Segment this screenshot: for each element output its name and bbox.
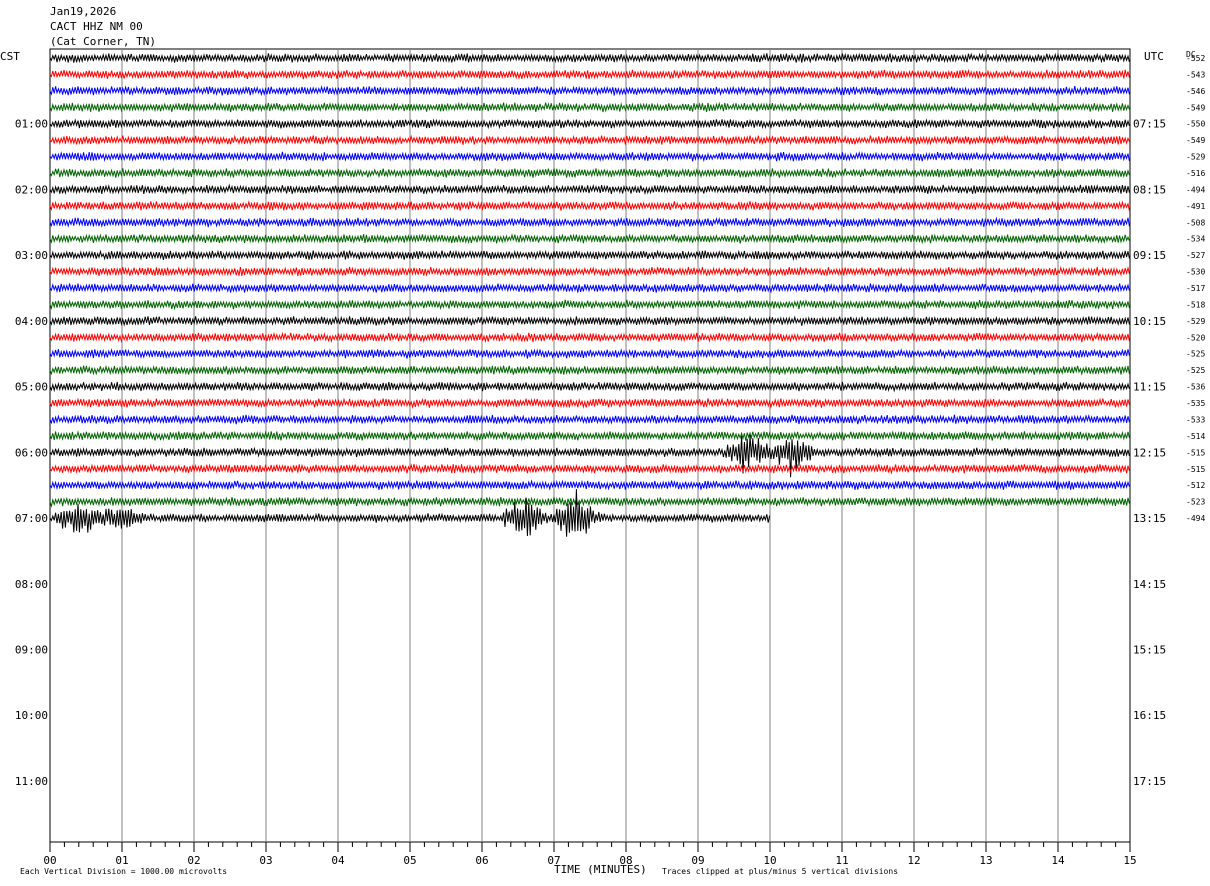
cst-hour-label: 01:00 <box>15 118 48 131</box>
seismic-trace <box>49 216 1130 229</box>
dc-offset-label: -515 <box>1186 448 1205 457</box>
dc-offset-label: -491 <box>1186 202 1205 211</box>
x-tick-label: 14 <box>1051 854 1065 867</box>
scale-note: Each Vertical Division = 1000.00 microvo… <box>20 867 228 876</box>
seismic-trace <box>49 85 1130 97</box>
cst-hour-label: 05:00 <box>15 381 48 394</box>
dc-offset-label: -525 <box>1186 350 1205 359</box>
dc-offset-label: -494 <box>1186 514 1205 523</box>
utc-hour-label: 13:15 <box>1133 512 1166 525</box>
dc-offset-label: -494 <box>1186 185 1205 194</box>
dc-offset-label: -516 <box>1186 169 1205 178</box>
seismic-trace <box>49 118 1130 130</box>
dc-offset-label: -546 <box>1186 87 1205 96</box>
dc-offset-label: -534 <box>1186 235 1205 244</box>
x-tick-label: 09 <box>691 854 704 867</box>
dc-offset-label: -552 <box>1186 54 1205 63</box>
x-axis-title: TIME (MINUTES) <box>554 863 647 876</box>
dc-offset-label: -549 <box>1186 136 1205 145</box>
dc-offset-label: -512 <box>1186 481 1205 490</box>
seismic-trace <box>49 364 1130 376</box>
seismic-trace <box>49 167 1130 179</box>
utc-hour-label: 12:15 <box>1133 446 1166 459</box>
seismic-trace <box>49 479 1130 491</box>
cst-hour-label: 02:00 <box>15 183 48 196</box>
cst-hour-label: 09:00 <box>15 643 48 656</box>
dc-offset-label: -549 <box>1186 103 1205 112</box>
x-tick-label: 00 <box>43 854 56 867</box>
x-tick-label: 01 <box>115 854 128 867</box>
clip-note: Traces clipped at plus/minus 5 vertical … <box>662 867 899 876</box>
seismic-trace <box>49 282 1130 294</box>
cst-hour-label: 04:00 <box>15 315 48 328</box>
x-tick-label: 12 <box>907 854 920 867</box>
x-tick-label: 03 <box>259 854 272 867</box>
dc-offset-label: -520 <box>1186 333 1205 342</box>
seismic-trace <box>49 183 1130 196</box>
dc-offset-label: -508 <box>1186 218 1205 227</box>
dc-offset-label: -530 <box>1186 268 1205 277</box>
utc-hour-label: 15:15 <box>1133 643 1166 656</box>
seismic-trace <box>49 52 1130 64</box>
x-tick-label: 15 <box>1123 854 1136 867</box>
dc-offset-label: -525 <box>1186 366 1205 375</box>
seismic-trace <box>49 430 1130 442</box>
dc-offset-label: -523 <box>1186 498 1205 507</box>
helicorder-plot: 00 01 02 03 04 05 06 07 08 09 10 11 12 13 14 1501:0002:… <box>15 48 1205 867</box>
seismic-trace <box>49 200 1130 212</box>
x-tick-label: 04 <box>331 854 345 867</box>
seismic-trace <box>49 331 1130 344</box>
seismic-trace <box>49 496 1130 509</box>
utc-hour-label: 16:15 <box>1133 709 1166 722</box>
dc-offset-label: -529 <box>1186 317 1205 326</box>
x-tick-label: 06 <box>475 854 488 867</box>
utc-hour-label: 17:15 <box>1133 775 1166 788</box>
x-tick-label: 11 <box>835 854 848 867</box>
seismic-trace <box>49 150 1130 163</box>
dc-offset-label: -515 <box>1186 465 1205 474</box>
dc-offset-label: -533 <box>1186 415 1205 424</box>
seismic-trace <box>49 413 1130 425</box>
cst-hour-label: 03:00 <box>15 249 48 262</box>
x-tick-label: 13 <box>979 854 992 867</box>
plot-frame <box>49 48 1131 843</box>
utc-hour-label: 07:15 <box>1133 118 1166 131</box>
seismic-trace <box>49 265 1130 277</box>
seismic-trace <box>49 68 1130 80</box>
x-tick-label: 02 <box>187 854 200 867</box>
utc-hour-label: 10:15 <box>1133 315 1166 328</box>
dc-offset-label: -514 <box>1186 432 1205 441</box>
seismic-trace <box>49 233 1130 245</box>
seismic-trace <box>49 315 1130 327</box>
seismic-trace <box>49 434 1130 478</box>
cst-hour-label: 11:00 <box>15 775 48 788</box>
seismic-trace <box>49 249 1130 261</box>
dc-offset-label: -543 <box>1186 70 1205 79</box>
cst-hour-label: 06:00 <box>15 446 48 459</box>
dc-offset-label: -529 <box>1186 153 1205 162</box>
utc-hour-label: 08:15 <box>1133 183 1166 196</box>
utc-hour-label: 11:15 <box>1133 381 1166 394</box>
dc-offset-label: -518 <box>1186 300 1205 309</box>
seismic-trace <box>49 397 1130 410</box>
cst-hour-label: 08:00 <box>15 578 48 591</box>
seismic-trace <box>49 299 1130 311</box>
dc-offset-label: -550 <box>1186 120 1205 129</box>
utc-hour-label: 14:15 <box>1133 578 1166 591</box>
dc-offset-label: -536 <box>1186 383 1205 392</box>
seismic-trace <box>49 463 1130 475</box>
seismic-trace <box>49 134 1130 146</box>
x-tick-label: 05 <box>403 854 416 867</box>
dc-offset-label: -527 <box>1186 251 1205 260</box>
dc-offset-label: -517 <box>1186 284 1205 293</box>
dc-offset-label: -535 <box>1186 399 1205 408</box>
utc-hour-label: 09:15 <box>1133 249 1166 262</box>
seismic-trace <box>49 381 1130 393</box>
x-tick-label: 10 <box>763 854 776 867</box>
seismic-trace <box>49 348 1130 360</box>
cst-hour-label: 07:00 <box>15 512 48 525</box>
seismic-trace <box>49 101 1130 113</box>
cst-hour-label: 10:00 <box>15 709 48 722</box>
